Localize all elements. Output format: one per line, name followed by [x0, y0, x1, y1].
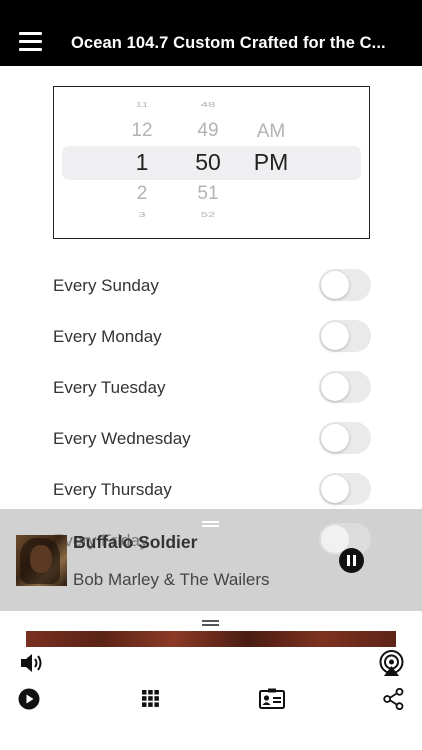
share-icon[interactable]: [383, 687, 404, 711]
toggle-knob: [321, 373, 349, 401]
day-row-sunday: Every Sunday: [53, 269, 371, 303]
toggle-knob: [321, 322, 349, 350]
airplay-icon[interactable]: [378, 650, 405, 677]
wednesday-toggle[interactable]: [319, 422, 371, 454]
day-label: Every Thursday: [53, 480, 172, 499]
day-row-thursday: Every Thursday: [53, 473, 371, 507]
play-icon[interactable]: [18, 688, 40, 710]
monday-toggle[interactable]: [319, 320, 371, 352]
grid-icon[interactable]: [142, 690, 159, 707]
minute-value: 48: [200, 100, 216, 109]
minute-value: 52: [200, 210, 216, 219]
day-label: Every Wednesday: [53, 429, 191, 448]
minute-value-selected: 50: [195, 149, 221, 175]
ampm-value-selected: PM: [253, 149, 289, 175]
menu-icon[interactable]: [19, 30, 43, 54]
hour-value: 2: [136, 183, 148, 204]
album-art-banner: [26, 631, 396, 647]
hour-value: 3: [138, 210, 146, 219]
drag-handle-icon[interactable]: [202, 521, 219, 527]
ampm-value: AM: [256, 121, 286, 142]
minute-value: 51: [197, 183, 219, 204]
hour-value: 12: [131, 120, 153, 141]
now-playing-bar[interactable]: Every Friday Buffalo Soldier Bob Marley …: [0, 509, 422, 611]
toggle-knob: [321, 424, 349, 452]
page-title: Ocean 104.7 Custom Crafted for the C...: [71, 34, 386, 52]
time-picker[interactable]: 11 12 1 2 3 48 49 50 51 52 AM PM: [53, 86, 370, 239]
hour-value: 11: [135, 100, 149, 109]
drag-handle-icon[interactable]: [202, 620, 219, 626]
day-row-wednesday: Every Wednesday: [53, 422, 371, 456]
day-label: Every Sunday: [53, 276, 159, 295]
hour-wheel[interactable]: 11 12 1 2 3: [112, 87, 172, 237]
ampm-wheel[interactable]: AM PM: [242, 87, 300, 237]
minute-wheel[interactable]: 48 49 50 51 52: [178, 87, 238, 237]
song-title: Buffalo Soldier: [73, 532, 198, 552]
album-art: [16, 535, 67, 586]
day-row-monday: Every Monday: [53, 320, 371, 354]
minute-value: 49: [197, 120, 219, 141]
toggle-knob: [321, 475, 349, 503]
pause-icon[interactable]: [339, 548, 364, 573]
song-artist: Bob Marley & The Wailers: [73, 570, 270, 589]
alarm-screen: Ocean 104.7 Custom Crafted for the C... …: [0, 0, 422, 750]
hour-value-selected: 1: [135, 149, 149, 175]
day-label: Every Tuesday: [53, 378, 166, 397]
app-header: Ocean 104.7 Custom Crafted for the C...: [0, 0, 422, 66]
volume-icon[interactable]: [19, 651, 45, 675]
day-label: Every Monday: [53, 327, 162, 346]
thursday-toggle[interactable]: [319, 473, 371, 505]
tuesday-toggle[interactable]: [319, 371, 371, 403]
day-row-tuesday: Every Tuesday: [53, 371, 371, 405]
contact-card-icon[interactable]: [259, 688, 285, 709]
toggle-knob: [321, 271, 349, 299]
player-controls: [0, 611, 422, 750]
sunday-toggle[interactable]: [319, 269, 371, 301]
